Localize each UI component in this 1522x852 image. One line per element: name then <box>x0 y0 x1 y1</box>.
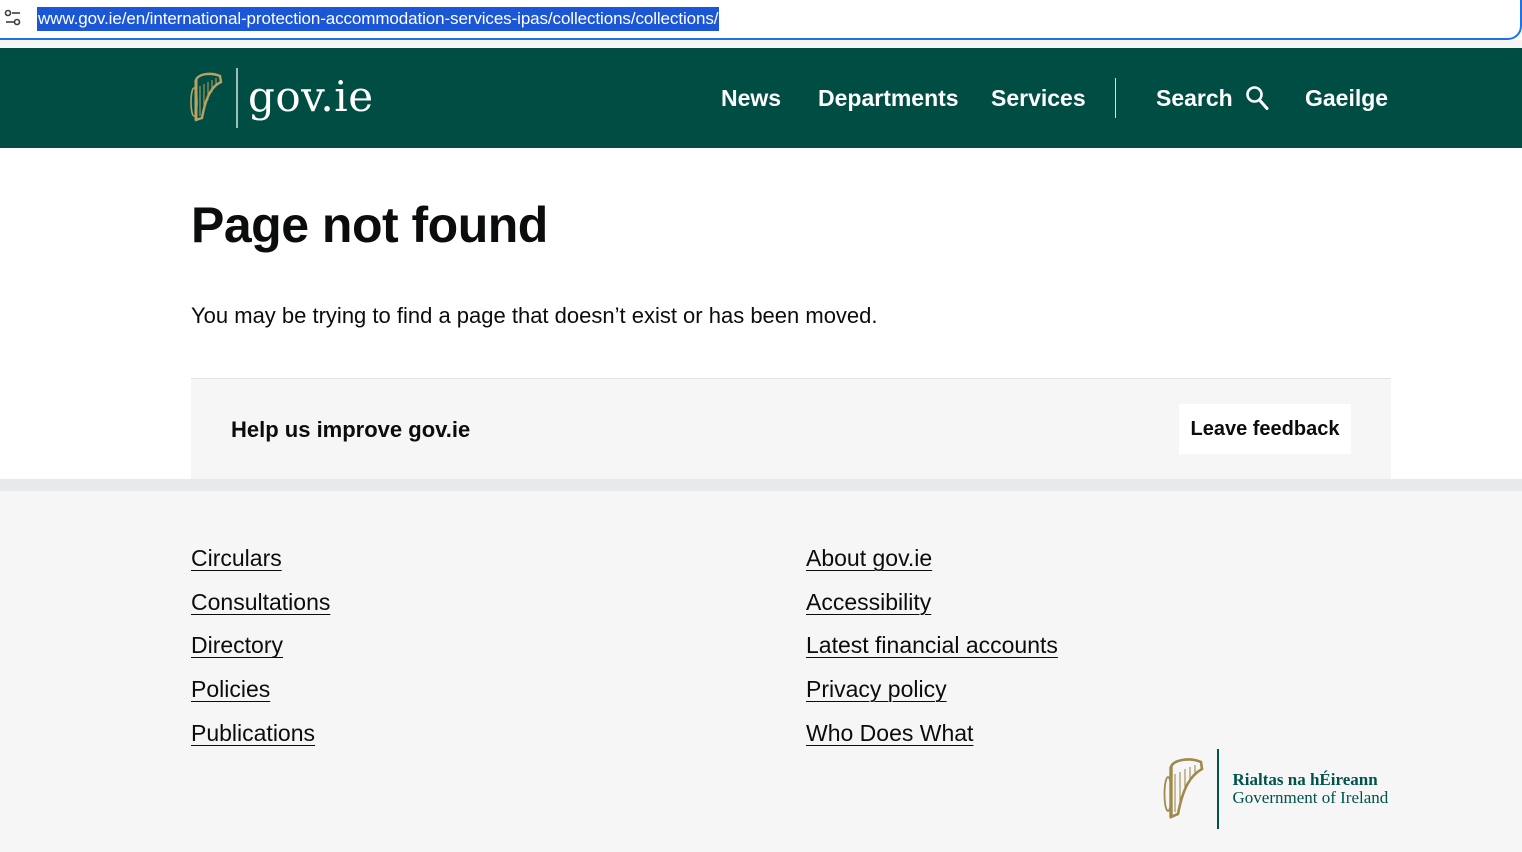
nav-gaeilge[interactable]: Gaeilge <box>1305 85 1388 112</box>
not-found-message: You may be trying to find a page that do… <box>191 303 878 328</box>
harp-emblem-icon <box>1163 758 1204 819</box>
main-content: Page not found You may be trying to find… <box>0 148 1522 479</box>
url-text[interactable]: www.gov.ie/en/international-protection-a… <box>37 7 720 31</box>
nav-divider <box>1115 78 1116 118</box>
site-settings-icon[interactable] <box>4 9 22 27</box>
leave-feedback-button[interactable]: Leave feedback <box>1179 404 1351 454</box>
page-title: Page not found <box>191 197 548 253</box>
gov-logo-text: Rialtas na hÉireann Government of Irelan… <box>1233 771 1389 807</box>
gov-logo-divider <box>1217 749 1219 829</box>
nav-news[interactable]: News <box>721 85 781 112</box>
logo-divider <box>236 68 238 128</box>
footer-links-right: About gov.ie Accessibility Latest financ… <box>806 544 1058 762</box>
browser-address-bar: www.gov.ie/en/international-protection-a… <box>0 0 1522 40</box>
gov-logo-irish: Rialtas na hÉireann <box>1232 770 1378 789</box>
footer-link-accessibility[interactable]: Accessibility <box>806 588 1058 632</box>
footer-link-policies[interactable]: Policies <box>191 675 330 719</box>
government-of-ireland-logo[interactable]: Rialtas na hÉireann Government of Irelan… <box>1163 749 1388 829</box>
footer-link-about[interactable]: About gov.ie <box>806 544 1058 588</box>
footer-link-who-does-what[interactable]: Who Does What <box>806 719 1058 763</box>
nav-search-label[interactable]: Search <box>1156 85 1233 112</box>
nav-departments[interactable]: Departments <box>818 85 959 112</box>
gov-logo-english: Government of Ireland <box>1232 788 1389 807</box>
logo-wordmark: gov.ie <box>248 71 374 121</box>
search-icon[interactable] <box>1245 85 1269 111</box>
footer-link-privacy[interactable]: Privacy policy <box>806 675 1058 719</box>
feedback-banner: Help us improve gov.ie Leave feedback <box>191 378 1391 479</box>
nav-search[interactable]: Search <box>1156 48 1269 148</box>
footer-link-publications[interactable]: Publications <box>191 719 330 763</box>
feedback-prompt: Help us improve gov.ie <box>231 417 471 442</box>
harp-icon <box>190 72 223 122</box>
footer-link-directory[interactable]: Directory <box>191 631 330 675</box>
footer-link-circulars[interactable]: Circulars <box>191 544 330 588</box>
footer-link-consultations[interactable]: Consultations <box>191 588 330 632</box>
govie-logo[interactable]: gov.ie <box>190 68 374 128</box>
footer-divider-band <box>0 479 1522 491</box>
nav-services[interactable]: Services <box>991 85 1086 112</box>
footer-links-left: Circulars Consultations Directory Polici… <box>191 544 330 762</box>
site-header: gov.ie News Departments Services Search … <box>0 48 1522 148</box>
footer-link-financial-accounts[interactable]: Latest financial accounts <box>806 631 1058 675</box>
site-footer: Circulars Consultations Directory Polici… <box>0 491 1522 852</box>
